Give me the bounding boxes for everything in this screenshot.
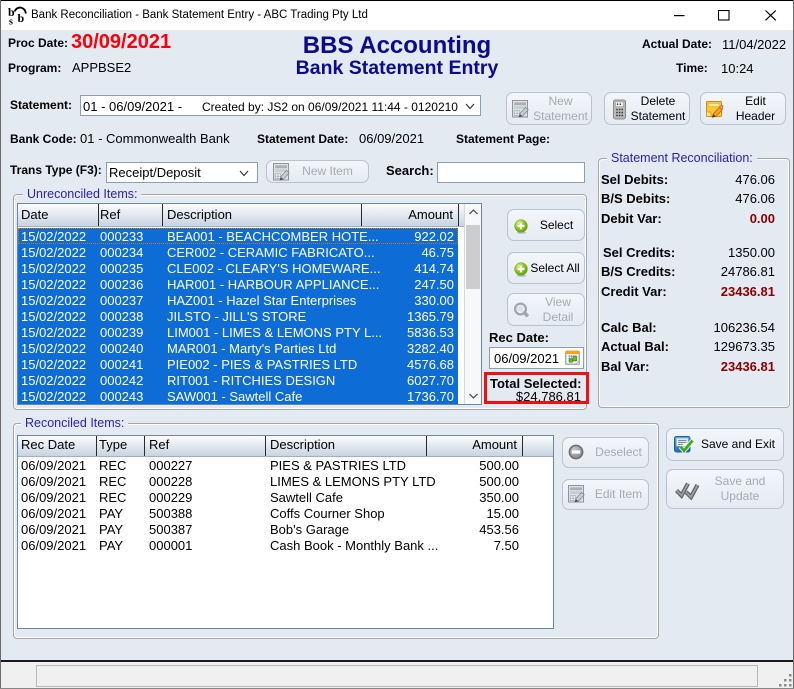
- svg-text:s: s: [9, 17, 13, 26]
- svg-text:b: b: [18, 11, 25, 25]
